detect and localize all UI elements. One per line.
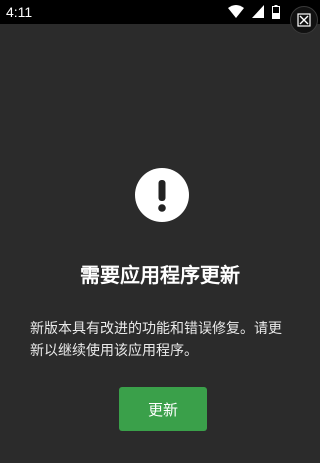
signal-icon [251,5,264,18]
update-button[interactable]: 更新 [119,387,207,431]
dialog-message: 新版本具有改进的功能和错误修复。请更新以继续使用该应用程序。 [30,321,282,359]
dialog-title: 需要应用程序更新 [80,263,240,287]
status-bar: 4:11 [0,0,320,24]
alert-circle [135,168,189,222]
wifi-icon [227,5,244,18]
exclamation-icon [158,180,166,212]
close-icon [297,13,311,27]
dismiss-button[interactable] [290,6,318,34]
status-icons [225,5,280,19]
status-time: 4:11 [6,4,33,20]
battery-icon [272,5,280,19]
